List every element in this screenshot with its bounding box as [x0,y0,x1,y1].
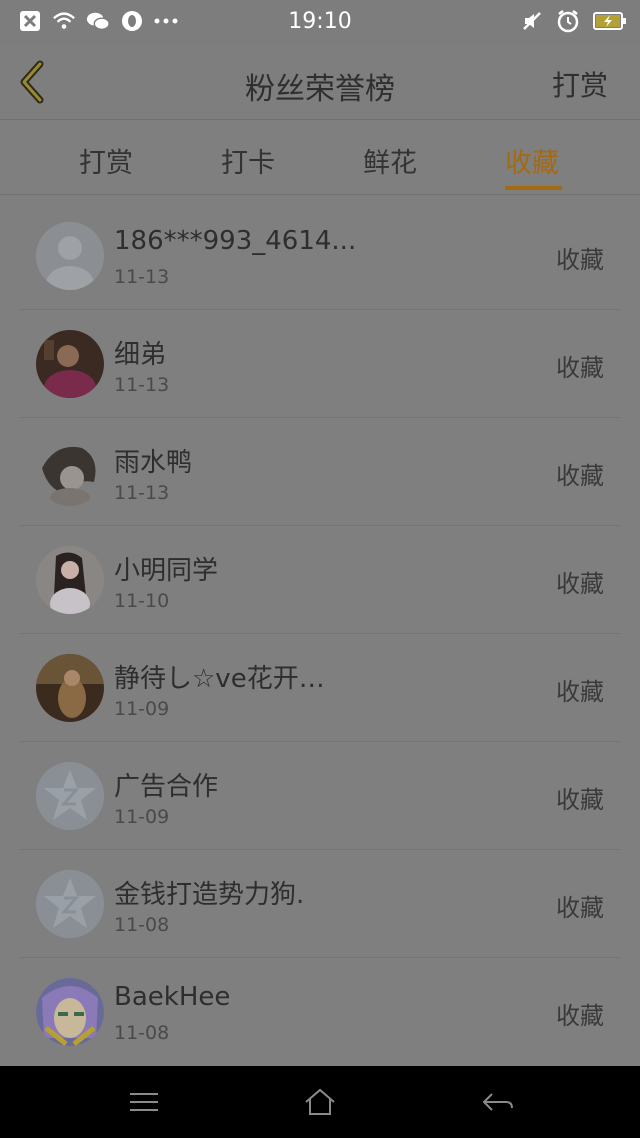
avatar [36,438,104,506]
alarm-icon [556,9,580,33]
avatar [36,762,104,830]
fan-name: 广告合作 [114,772,219,802]
fan-action: 收藏 [556,570,604,598]
home-icon [305,1088,335,1115]
fan-action: 收藏 [556,462,604,490]
list-item[interactable]: 广告合作 11-09 收藏 [0,742,640,850]
fan-name: 186***993_4614... [114,226,357,256]
avatar [36,654,104,722]
fan-date: 11-10 [114,590,170,612]
fan-name: 细弟 [114,340,167,370]
avatar [36,330,104,398]
fan-action: 收藏 [556,786,604,814]
fan-date: 11-13 [114,374,170,396]
back-nav-button[interactable] [478,1086,518,1118]
list-item[interactable]: 小明同学 11-10 收藏 [0,526,640,634]
fan-action: 收藏 [556,246,604,274]
avatar [36,222,104,290]
fan-date: 11-13 [114,482,170,504]
fan-name: 小明同学 [114,556,219,586]
status-bar: 19:10 [0,0,640,44]
avatar [36,546,104,614]
avatar [36,870,104,938]
tab-checkin[interactable]: 打卡 [221,141,275,180]
list-item[interactable]: 雨水鸭 11-13 收藏 [0,418,640,526]
fan-date: 11-08 [114,1022,170,1044]
fan-date: 11-09 [114,806,170,828]
active-tab-indicator [505,186,562,190]
menu-icon [130,1093,158,1111]
home-button[interactable] [300,1086,340,1118]
reward-button[interactable]: 打赏 [552,64,608,104]
system-nav-bar [0,1066,640,1138]
fan-action: 收藏 [556,1002,604,1030]
list-item[interactable]: 金钱打造势力狗. 11-08 收藏 [0,850,640,958]
page-title: 粉丝荣誉榜 [245,72,395,107]
list-item[interactable]: 186***993_4614... 11-13 收藏 [0,202,640,310]
tab-favorites[interactable]: 收藏 [505,141,559,180]
fan-name: 金钱打造势力狗. [114,880,305,910]
tab-reward[interactable]: 打赏 [79,141,133,180]
menu-button[interactable] [124,1086,164,1118]
battery-charging-icon [592,9,628,33]
fan-action: 收藏 [556,894,604,922]
list-item[interactable]: 静待し☆ve花开… 11-09 收藏 [0,634,640,742]
fan-name: 雨水鸭 [114,448,193,478]
avatar [36,978,104,1046]
fan-action: 收藏 [556,354,604,382]
status-right [520,9,628,33]
tab-bar: 打赏 打卡 鲜花 收藏 [0,121,640,195]
fan-name: BaekHee [114,982,231,1012]
fan-action: 收藏 [556,678,604,706]
mute-icon [520,9,544,33]
fan-date: 11-09 [114,698,170,720]
header: 粉丝荣誉榜 打赏 [0,44,640,120]
fan-name: 静待し☆ve花开… [114,664,325,694]
fan-date: 11-08 [114,914,170,936]
list-item[interactable]: 细弟 11-13 收藏 [0,310,640,418]
back-arrow-icon [482,1093,513,1111]
fan-date: 11-13 [114,266,170,288]
list-item[interactable]: BaekHee 11-08 收藏 [0,958,640,1066]
tab-flowers[interactable]: 鲜花 [363,141,417,180]
